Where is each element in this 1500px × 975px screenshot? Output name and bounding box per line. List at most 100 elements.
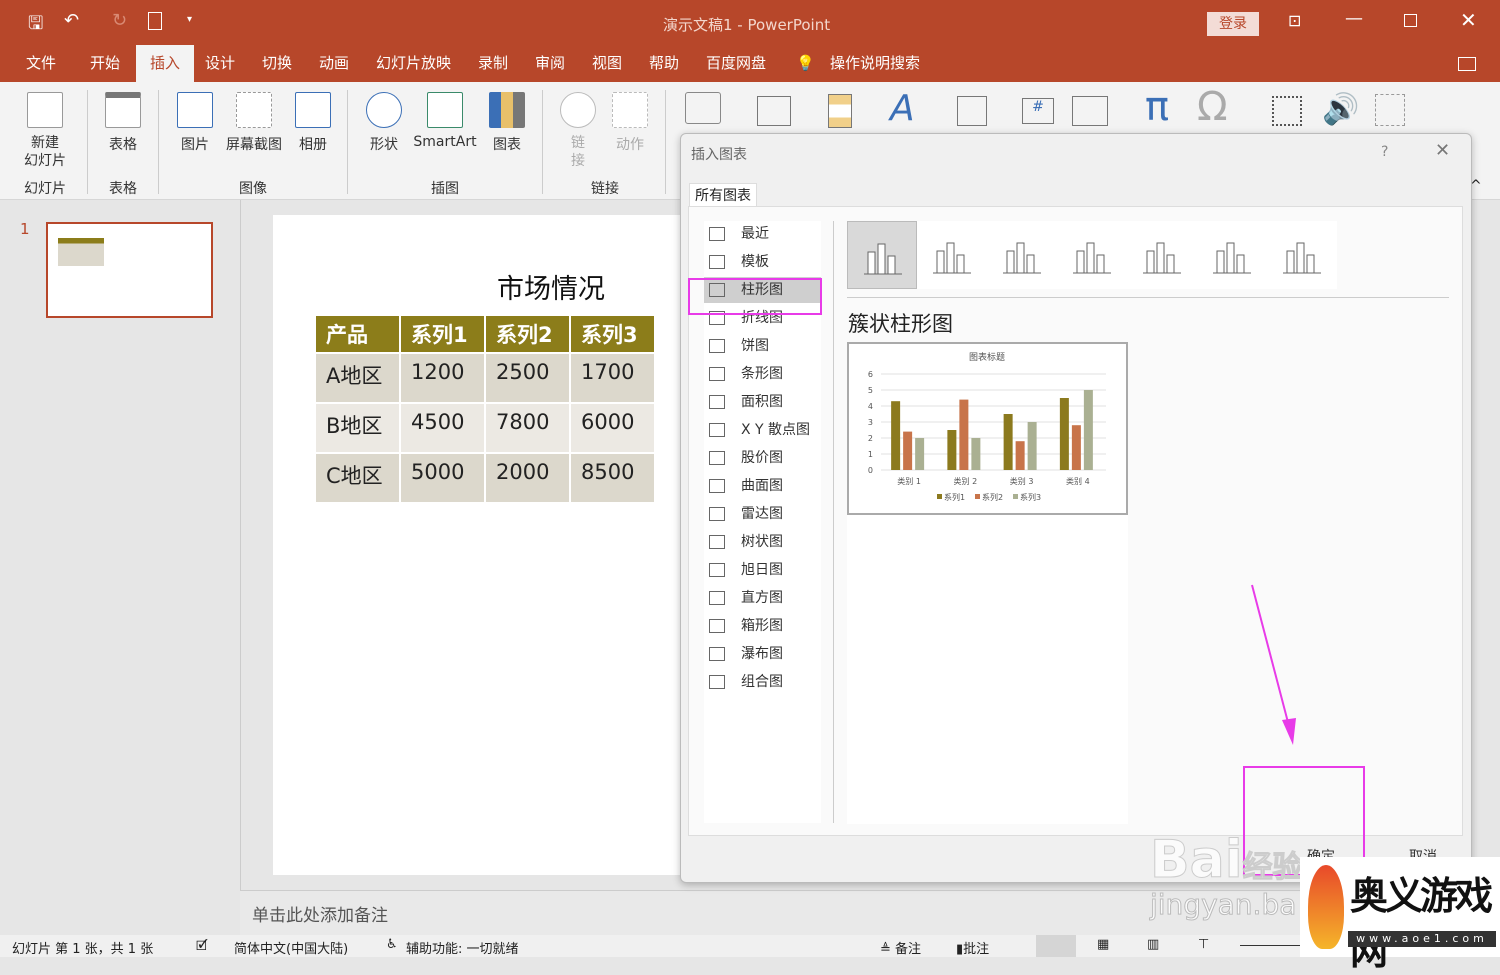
slideshow-icon[interactable]: ⊤ bbox=[1198, 937, 1209, 952]
chart-type-item[interactable]: 最近 bbox=[704, 221, 821, 247]
chart-type-item[interactable]: 旭日图 bbox=[704, 557, 821, 583]
header-footer-icon[interactable] bbox=[828, 94, 852, 128]
audio-icon[interactable]: 🔊 bbox=[1322, 92, 1359, 127]
notes-placeholder[interactable]: 单击此处添加备注 bbox=[252, 901, 388, 926]
language-status[interactable]: 简体中文(中国大陆) bbox=[234, 938, 348, 957]
table-cell: 5000 bbox=[411, 460, 465, 484]
chart-type-icon bbox=[709, 535, 725, 549]
equation-icon[interactable]: π bbox=[1145, 84, 1169, 130]
column-subtype-option[interactable] bbox=[987, 221, 1057, 289]
slide-thumbnail[interactable] bbox=[46, 222, 213, 318]
chart-type-item[interactable]: 模板 bbox=[704, 249, 821, 275]
save-icon[interactable]: 🖫 bbox=[28, 11, 43, 41]
chart-type-item[interactable]: 条形图 bbox=[704, 361, 821, 387]
customize-toolbar-icon[interactable]: ▾ bbox=[187, 14, 192, 25]
new-slide-button[interactable]: 新建 幻灯片 bbox=[10, 92, 80, 170]
spellcheck-icon[interactable]: 🗹 bbox=[196, 937, 208, 959]
tab-slideshow[interactable]: 幻灯片放映 bbox=[364, 45, 463, 82]
chart-type-item[interactable]: 直方图 bbox=[704, 585, 821, 611]
tab-transitions[interactable]: 切换 bbox=[250, 45, 304, 82]
tab-animations[interactable]: 动画 bbox=[307, 45, 361, 82]
chart-type-item[interactable]: 瀑布图 bbox=[704, 641, 821, 667]
chart-type-item[interactable]: 面积图 bbox=[704, 389, 821, 415]
comment-icon[interactable] bbox=[685, 92, 721, 124]
help-button[interactable]: ? bbox=[1381, 144, 1388, 160]
screenshot-button[interactable]: 屏幕截图 bbox=[222, 92, 286, 154]
chart-preview[interactable]: 图表标题 0 1 2 3 4 5 6 类别 1 类别 2 类别 3 类别 4 系列1 系列2 系列3 bbox=[847, 342, 1128, 515]
shapes-button[interactable]: 形状 bbox=[360, 92, 408, 154]
tab-help[interactable]: 帮助 bbox=[637, 45, 691, 82]
symbol-icon[interactable]: Ω bbox=[1197, 84, 1228, 130]
chart-type-icon bbox=[709, 675, 725, 689]
close-button[interactable]: ✕ bbox=[1460, 8, 1477, 32]
baidu-watermark: Bai经验 bbox=[1150, 830, 1304, 891]
minimize-button[interactable]: — bbox=[1345, 8, 1363, 29]
chart-type-item[interactable]: 组合图 bbox=[704, 669, 821, 695]
column-subtype-option[interactable] bbox=[1057, 221, 1127, 289]
bar bbox=[1059, 398, 1069, 470]
object-icon[interactable] bbox=[1072, 96, 1108, 126]
tab-all-charts[interactable]: 所有图表 bbox=[689, 183, 757, 207]
undo-icon[interactable]: ↶ bbox=[64, 10, 79, 31]
bar bbox=[1015, 441, 1025, 470]
album-button[interactable]: 相册 bbox=[290, 92, 336, 154]
accessibility-status[interactable]: 辅助功能: 一切就绪 bbox=[406, 938, 519, 957]
column-subtype-option[interactable] bbox=[917, 221, 987, 289]
table-cell: 4500 bbox=[411, 410, 465, 434]
column-subtype-option[interactable] bbox=[1127, 221, 1197, 289]
ribbon-display-icon[interactable]: ⊡ bbox=[1288, 11, 1301, 30]
chart-type-icon bbox=[709, 423, 725, 437]
comments-button[interactable]: ▮批注 bbox=[956, 938, 989, 957]
new-file-icon[interactable] bbox=[148, 12, 162, 30]
slide-canvas[interactable]: 市场情况 产品 系列1 系列2 系列3 A地区 1200 2500 1700 B地区 4… bbox=[273, 215, 683, 875]
picture-button[interactable]: 图片 bbox=[170, 92, 220, 154]
date-time-icon[interactable] bbox=[957, 96, 987, 126]
textbox-icon[interactable] bbox=[757, 96, 791, 126]
column-subtype-option[interactable] bbox=[1267, 221, 1337, 289]
chart-type-item[interactable]: 雷达图 bbox=[704, 501, 821, 527]
y-tick-label: 3 bbox=[868, 418, 873, 427]
column-chart-icon bbox=[1213, 242, 1251, 274]
normal-view-button[interactable] bbox=[1036, 935, 1076, 957]
slide-number: 1 bbox=[20, 220, 30, 238]
notes-pane[interactable]: 单击此处添加备注 bbox=[240, 890, 1300, 935]
slide-table[interactable]: 产品 系列1 系列2 系列3 A地区 1200 2500 1700 B地区 4500 78… bbox=[314, 314, 656, 504]
tab-home[interactable]: 开始 bbox=[78, 45, 132, 82]
link-button[interactable]: 链 接 bbox=[558, 92, 598, 170]
chart-type-item[interactable]: X Y 散点图 bbox=[704, 417, 821, 443]
tab-view[interactable]: 视图 bbox=[580, 45, 634, 82]
table-button[interactable]: 表格 bbox=[95, 92, 151, 154]
wordart-icon[interactable]: A bbox=[890, 88, 915, 129]
slide-number-icon[interactable]: # bbox=[1022, 98, 1054, 124]
chart-type-item[interactable]: 股价图 bbox=[704, 445, 821, 471]
tab-review[interactable]: 审阅 bbox=[523, 45, 577, 82]
redo-icon[interactable]: ↻ bbox=[112, 10, 127, 31]
login-button[interactable]: 登录 bbox=[1207, 12, 1259, 36]
chart-button[interactable]: 图表 bbox=[486, 92, 528, 154]
tab-record[interactable]: 录制 bbox=[466, 45, 520, 82]
highlight-column-chart bbox=[688, 278, 822, 315]
maximize-button[interactable] bbox=[1404, 14, 1417, 27]
dialog-close-button[interactable]: ✕ bbox=[1435, 140, 1450, 161]
chart-type-item[interactable]: 饼图 bbox=[704, 333, 821, 359]
notes-button[interactable]: ≜ 备注 bbox=[880, 938, 921, 957]
chart-type-item[interactable]: 树状图 bbox=[704, 529, 821, 555]
chart-type-item[interactable]: 曲面图 bbox=[704, 473, 821, 499]
column-subtype-option[interactable] bbox=[847, 221, 917, 289]
zoom-slider[interactable] bbox=[1240, 945, 1300, 946]
tell-me-search[interactable]: 操作说明搜索 bbox=[818, 45, 932, 82]
y-tick-label: 2 bbox=[868, 434, 873, 443]
screen-recording-icon[interactable] bbox=[1375, 94, 1405, 126]
tab-file[interactable]: 文件 bbox=[14, 45, 68, 82]
column-subtype-option[interactable] bbox=[1197, 221, 1267, 289]
slide-sorter-icon[interactable]: ▦ bbox=[1097, 937, 1109, 952]
tab-baidu-netdisk[interactable]: 百度网盘 bbox=[694, 45, 778, 82]
chart-type-item[interactable]: 箱形图 bbox=[704, 613, 821, 639]
action-button[interactable]: 动作 bbox=[610, 92, 650, 154]
tab-design[interactable]: 设计 bbox=[193, 45, 247, 82]
smartart-button[interactable]: SmartArt bbox=[410, 92, 480, 150]
comments-icon[interactable] bbox=[1458, 57, 1476, 71]
video-icon[interactable] bbox=[1272, 96, 1302, 126]
reading-view-icon[interactable]: ▥ bbox=[1147, 937, 1159, 952]
tab-insert[interactable]: 插入 bbox=[136, 45, 195, 82]
